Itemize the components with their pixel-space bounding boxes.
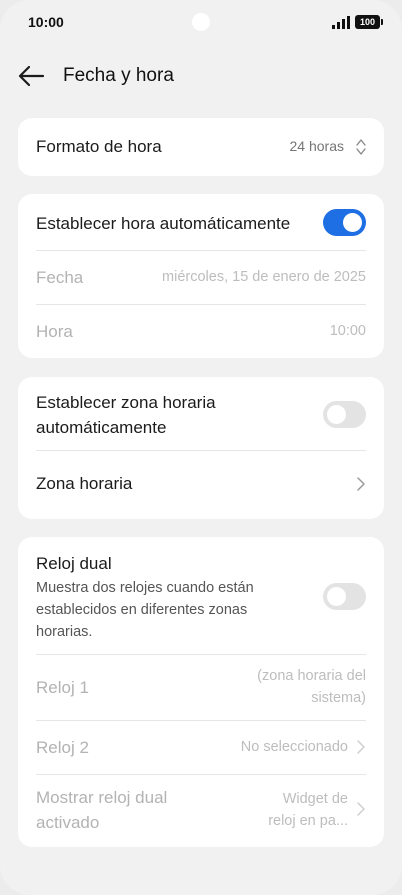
auto-timezone-toggle[interactable] [323,401,366,428]
show-dual-clock-value-line1: Widget de [282,791,348,807]
auto-timezone-label-line2: automáticamente [36,418,167,437]
clock1-value-line1: (zona horaria del [257,668,366,684]
chevron-right-icon [357,802,365,816]
time-format-value: 24 horas [289,138,344,154]
clock2-label: Reloj 2 [36,738,89,757]
time-format-card[interactable]: Formato de hora 24 horas [18,118,384,176]
header: Fecha y hora [0,56,402,96]
clock2-row: Reloj 2 No seleccionado [18,721,384,774]
dual-clock-row[interactable]: Reloj dual Muestra dos relojes cuando es… [18,537,384,654]
timezone-label: Zona horaria [36,474,133,493]
signal-icon [332,16,350,29]
page-title: Fecha y hora [63,65,174,86]
time-row: Hora 10:00 [18,305,384,358]
time-format-label: Formato de hora [36,137,162,156]
time-value: 10:00 [329,323,366,339]
time-label: Hora [36,322,73,341]
back-arrow-icon[interactable] [16,62,46,90]
clock1-label: Reloj 1 [36,678,89,697]
dual-clock-desc-line1: Muestra dos relojes cuando están [36,580,254,596]
toggle-knob [327,405,346,424]
clock2-value: No seleccionado [240,739,348,755]
auto-timezone-label-line1: Establecer zona horaria [36,393,216,412]
dual-clock-desc-line2: establecidos en diferentes zonas [36,602,248,618]
auto-time-toggle[interactable] [323,209,366,236]
date-row: Fecha miércoles, 15 de enero de 2025 [18,251,384,304]
chevron-right-icon [357,477,365,491]
show-dual-clock-value-line2: reloj en pa... [268,813,348,829]
timezone-row[interactable]: Zona horaria [18,451,384,519]
auto-time-card: Establecer hora automáticamente Fecha mi… [18,194,384,358]
auto-timezone-row[interactable]: Establecer zona horaria automáticamente [18,377,384,450]
battery-icon: 100 [355,15,383,29]
status-time: 10:00 [28,14,64,30]
dual-clock-desc-line3: horarias. [36,624,93,640]
timezone-card: Establecer zona horaria automáticamente … [18,377,384,519]
toggle-knob [327,587,346,606]
show-dual-clock-label-line1: Mostrar reloj dual [36,788,168,807]
clock1-value-line2: sistema) [311,690,366,706]
clock1-row: Reloj 1 (zona horaria del sistema) [18,655,384,720]
date-label: Fecha [36,268,84,287]
dual-clock-toggle[interactable] [323,583,366,610]
show-dual-clock-row: Mostrar reloj dual activado Widget de re… [18,775,384,847]
status-bar: 10:00 100 [0,0,402,44]
front-camera-cutout [192,13,210,31]
date-value: miércoles, 15 de enero de 2025 [162,269,366,285]
toggle-knob [343,213,362,232]
auto-time-label: Establecer hora automáticamente [36,214,291,233]
chevron-right-icon [357,740,365,754]
battery-level: 100 [359,17,376,27]
auto-time-row[interactable]: Establecer hora automáticamente [18,194,384,250]
settings-screen: 10:00 100 Fecha y hora Formato de hora 2… [0,0,402,895]
dual-clock-title: Reloj dual [36,554,112,573]
dual-clock-card: Reloj dual Muestra dos relojes cuando es… [18,537,384,847]
updown-chevron-icon [356,139,366,155]
show-dual-clock-label-line2: activado [36,813,100,832]
